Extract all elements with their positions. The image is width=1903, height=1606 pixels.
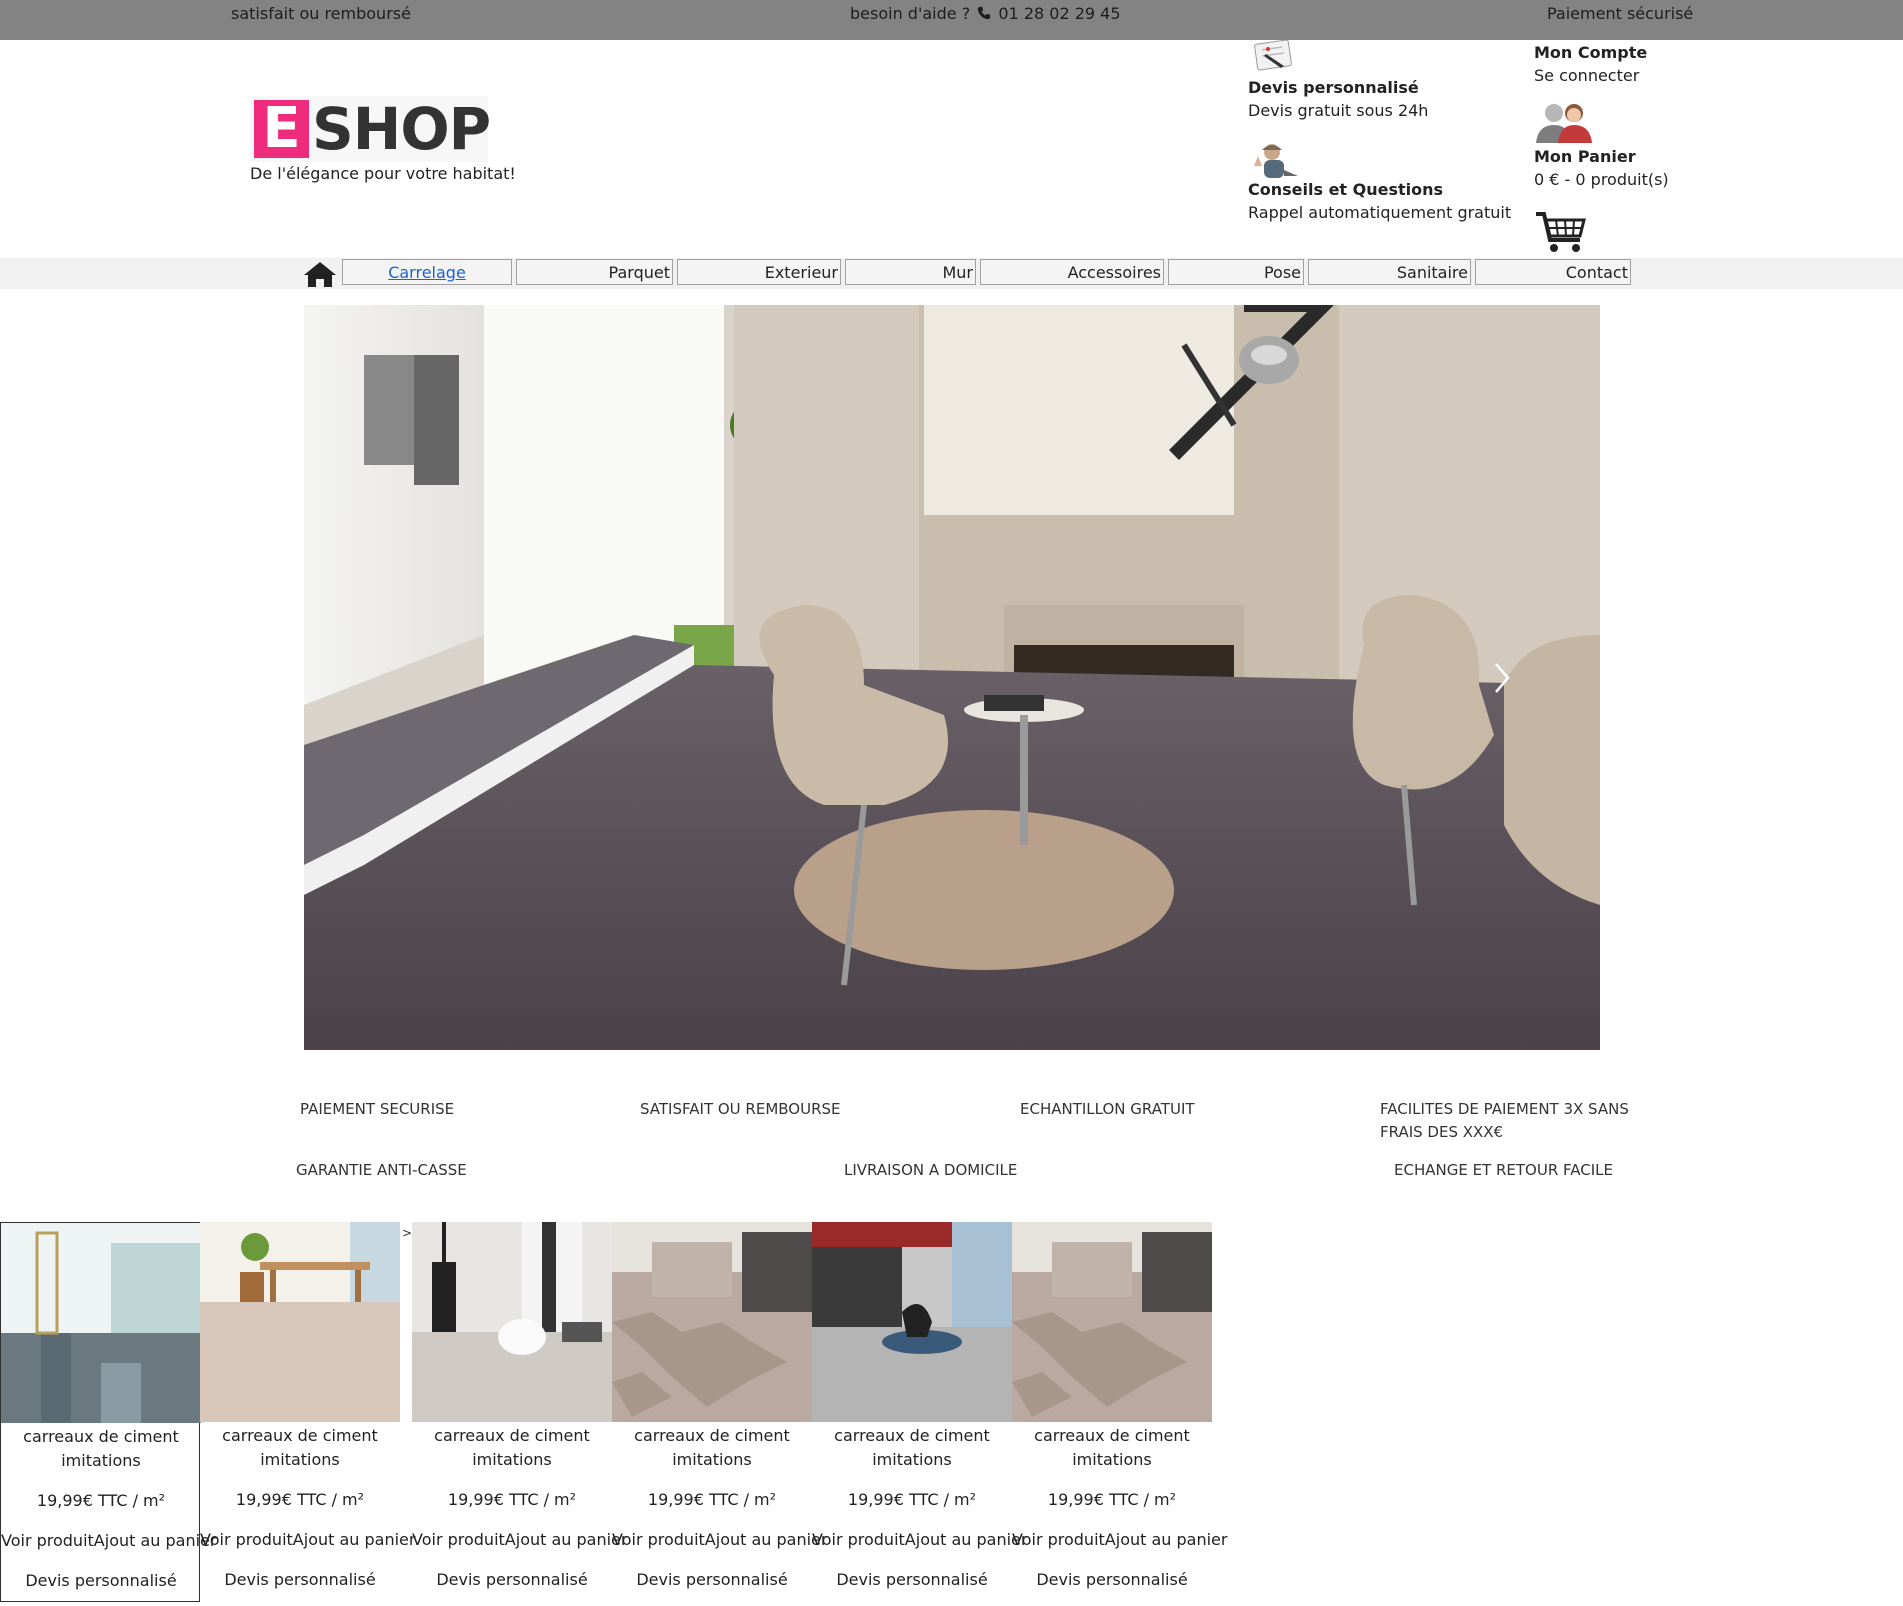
top-bar: satisfait ou remboursé besoin d'aide ? 0… <box>0 0 1903 40</box>
feature-installments-line2: FRAIS DES XXX€ <box>1380 1123 1504 1141</box>
hero-slide-image <box>304 305 1600 1050</box>
product-card[interactable]: carreaux de ciment imitations 19,99€ TTC … <box>612 1222 827 1602</box>
nav-item-carrelage[interactable]: Carrelage <box>342 259 512 285</box>
product-name[interactable]: carreaux de ciment imitations <box>612 1424 812 1472</box>
add-to-cart-link[interactable]: Ajout au panier <box>94 1531 217 1550</box>
quote-service[interactable]: Devis personnalisé Devis gratuit sous 24… <box>1248 40 1428 120</box>
cart-link[interactable]: Mon Panier 0 € - 0 produit(s) <box>1534 147 1669 189</box>
product-name[interactable]: carreaux de ciment imitations <box>812 1424 1012 1472</box>
nav-item-contact[interactable]: Contact <box>1475 259 1631 285</box>
view-product-link[interactable]: Voir produit <box>812 1530 905 1549</box>
view-product-link[interactable]: Voir produit <box>200 1530 293 1549</box>
feature-easy-returns: ECHANGE ET RETOUR FACILE <box>1394 1161 1614 1179</box>
account-link[interactable]: Mon Compte Se connecter <box>1534 43 1647 85</box>
product-price: 19,99€ TTC / m² <box>235 1490 365 1509</box>
product-card[interactable]: carreaux de ciment imitations 19,99€ TTC … <box>812 1222 1027 1602</box>
product-name[interactable]: carreaux de ciment imitations <box>1 1425 201 1473</box>
feature-free-sample: ECHANTILLON GRATUIT <box>1020 1100 1195 1118</box>
product-actions: Voir produitAjout au panier <box>412 1530 627 1549</box>
add-to-cart-link[interactable]: Ajout au panier <box>1105 1530 1228 1549</box>
account-subtitle[interactable]: Se connecter <box>1534 66 1647 85</box>
product-actions: Voir produitAjout au panier <box>200 1530 415 1549</box>
logo-wordmark: SHOP <box>312 95 491 163</box>
advice-subtitle: Rappel automatiquement gratuit <box>1248 203 1512 222</box>
view-product-link[interactable]: Voir produit <box>612 1530 705 1549</box>
cart-subtitle: 0 € - 0 produit(s) <box>1534 170 1669 189</box>
product-image[interactable] <box>812 1222 1012 1422</box>
nav-item-exterieur[interactable]: Exterieur <box>677 259 841 285</box>
home-icon[interactable] <box>303 260 337 288</box>
quote-link[interactable]: Devis personnalisé <box>200 1570 400 1589</box>
nav-item-accessoires[interactable]: Accessoires <box>980 259 1164 285</box>
quote-link[interactable]: Devis personnalisé <box>1012 1570 1212 1589</box>
feature-home-delivery: LIVRAISON A DOMICILE <box>844 1161 1018 1179</box>
view-product-link[interactable]: Voir produit <box>1 1531 94 1550</box>
product-actions: Voir produitAjout au panier <box>1 1531 216 1550</box>
quote-link[interactable]: Devis personnalisé <box>612 1570 812 1589</box>
account-title: Mon Compte <box>1534 43 1648 62</box>
quote-link[interactable]: Devis personnalisé <box>412 1570 612 1589</box>
product-image[interactable] <box>1 1223 201 1423</box>
help-label: besoin d'aide ? <box>850 4 971 23</box>
nav-item-mur[interactable]: Mur <box>845 259 976 285</box>
phone-number[interactable]: 01 28 02 29 45 <box>998 4 1120 23</box>
nav-item-sanitaire[interactable]: Sanitaire <box>1308 259 1471 285</box>
product-card[interactable]: carreaux de ciment imitations 19,99€ TTC … <box>1012 1222 1227 1602</box>
product-card[interactable]: carreaux de ciment imitations 19,99€ TTC … <box>412 1222 627 1602</box>
living-room-illustration <box>304 305 1600 1050</box>
add-to-cart-link[interactable]: Ajout au panier <box>505 1530 628 1549</box>
feature-anti-break: GARANTIE ANTI-CASSE <box>296 1161 467 1179</box>
product-price: 19,99€ TTC / m² <box>36 1491 166 1510</box>
feature-installments-line1: FACILITES DE PAIEMENT 3X SANS <box>1380 1100 1629 1118</box>
product-carousel-next[interactable]: > <box>402 1226 412 1240</box>
product-price: 19,99€ TTC / m² <box>1047 1490 1177 1509</box>
product-actions: Voir produitAjout au panier <box>612 1530 827 1549</box>
quote-subtitle: Devis gratuit sous 24h <box>1248 101 1429 120</box>
carousel-next-icon[interactable] <box>1490 660 1514 696</box>
product-price: 19,99€ TTC / m² <box>447 1490 577 1509</box>
secure-payment-text: Paiement sécurisé <box>1547 4 1694 23</box>
advice-title: Conseils et Questions <box>1248 180 1444 199</box>
nav-item-pose[interactable]: Pose <box>1168 259 1304 285</box>
feature-secure-payment: PAIEMENT SECURISE <box>300 1100 455 1118</box>
product-price: 19,99€ TTC / m² <box>847 1490 977 1509</box>
phone-icon <box>978 6 991 20</box>
view-product-link[interactable]: Voir produit <box>412 1530 505 1549</box>
add-to-cart-link[interactable]: Ajout au panier <box>705 1530 828 1549</box>
product-name[interactable]: carreaux de ciment imitations <box>412 1424 612 1472</box>
feature-installments: FACILITES DE PAIEMENT 3X SANS FRAIS DES … <box>1380 1100 1629 1141</box>
product-name[interactable]: carreaux de ciment imitations <box>1012 1424 1212 1472</box>
view-product-link[interactable]: Voir produit <box>1012 1530 1105 1549</box>
guarantee-text: satisfait ou remboursé <box>231 4 411 23</box>
quote-document-icon <box>1254 40 1292 71</box>
product-card[interactable]: carreaux de ciment imitations 19,99€ TTC … <box>200 1222 415 1602</box>
product-actions: Voir produitAjout au panier <box>812 1530 1027 1549</box>
add-to-cart-link[interactable]: Ajout au panier <box>293 1530 416 1549</box>
product-image[interactable] <box>1012 1222 1212 1422</box>
nav-item-parquet[interactable]: Parquet <box>516 259 673 285</box>
product-price: 19,99€ TTC / m² <box>647 1490 777 1509</box>
quote-link[interactable]: Devis personnalisé <box>1 1571 201 1590</box>
product-actions: Voir produitAjout au panier <box>1012 1530 1227 1549</box>
feature-satisfaction: SATISFAIT OU REMBOURSE <box>640 1100 841 1118</box>
product-image[interactable] <box>200 1222 400 1422</box>
quote-title: Devis personnalisé <box>1248 78 1419 97</box>
add-to-cart-link[interactable]: Ajout au panier <box>905 1530 1028 1549</box>
cart-title: Mon Panier <box>1534 147 1636 166</box>
product-card[interactable]: carreaux de ciment imitations 19,99€ TTC … <box>0 1222 216 1602</box>
advice-service[interactable]: Conseils et Questions Rappel automatique… <box>1248 140 1511 222</box>
product-name[interactable]: carreaux de ciment imitations <box>200 1424 400 1472</box>
product-image[interactable] <box>412 1222 612 1422</box>
site-logo[interactable]: E SHOP <box>250 95 491 163</box>
tagline: De l'élégance pour votre habitat! <box>250 164 516 183</box>
quote-link[interactable]: Devis personnalisé <box>812 1570 1012 1589</box>
product-image[interactable] <box>612 1222 812 1422</box>
advisor-icon <box>1254 144 1298 178</box>
help-line: besoin d'aide ? 01 28 02 29 45 <box>850 4 1121 23</box>
users-icon <box>1536 104 1592 143</box>
logo-letter: E <box>254 100 309 158</box>
cart-icon[interactable] <box>1534 210 1586 254</box>
